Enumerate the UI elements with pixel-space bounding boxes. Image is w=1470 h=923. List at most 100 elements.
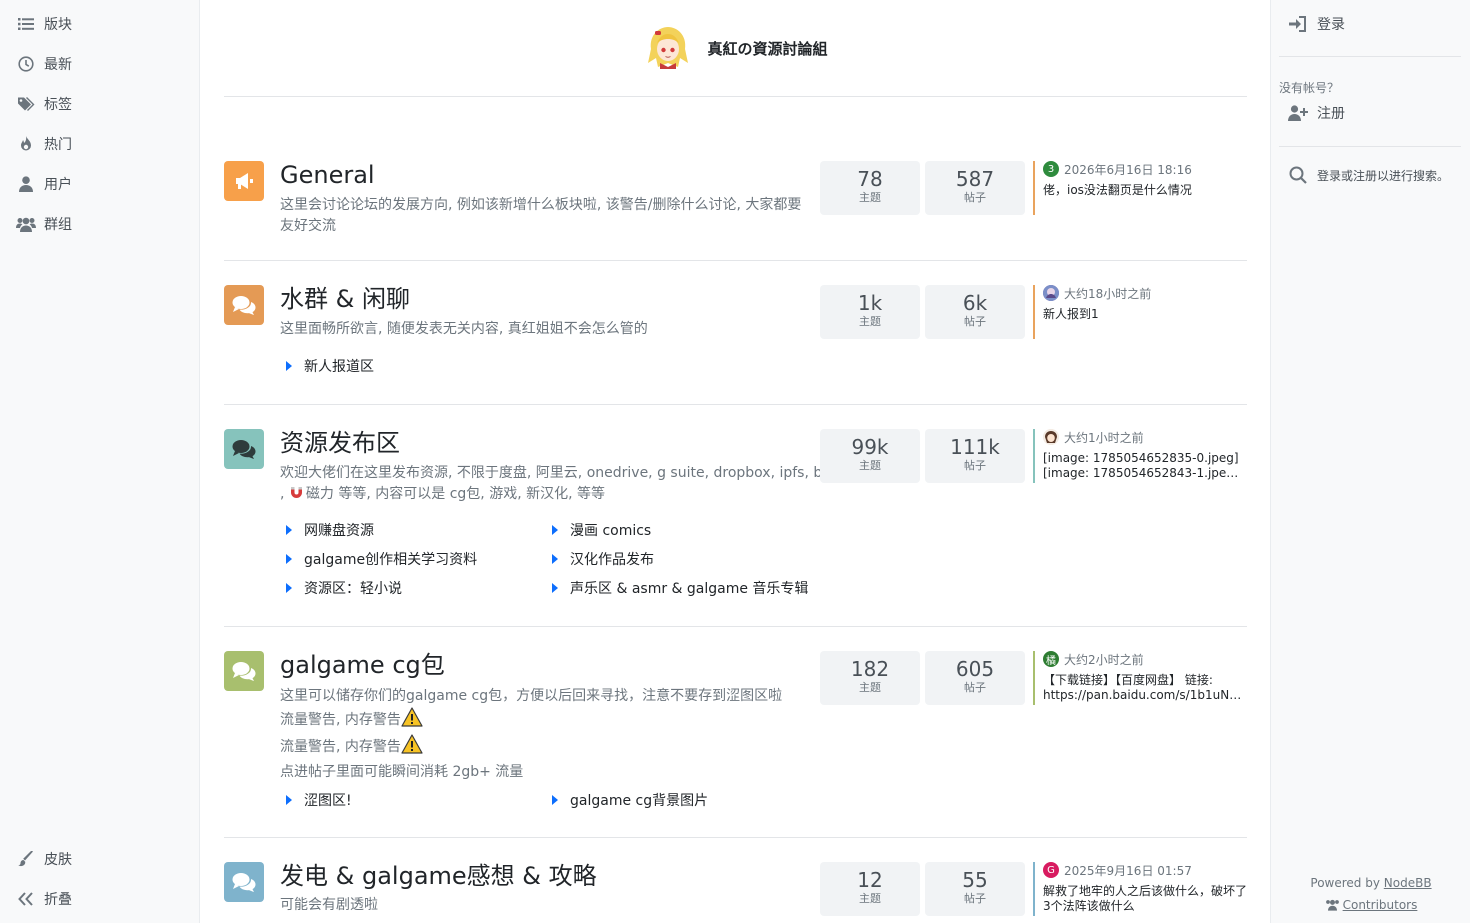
right-sidebar: 登录 没有帐号？ 注册 登录或注册以进行搜索。 Powered by NodeB… bbox=[1270, 0, 1470, 923]
topics-stat: 99k 主题 bbox=[820, 429, 920, 483]
subcategory-link[interactable]: galgame cg背景图片 bbox=[550, 791, 816, 809]
divider bbox=[1279, 146, 1461, 147]
nav-item-groups[interactable]: 群组 bbox=[16, 212, 72, 236]
category-title[interactable]: 发电 & galgame感想 & 攻略 bbox=[280, 862, 597, 890]
caret-right-icon bbox=[552, 795, 558, 805]
category-description: 可能会有剧透啦 bbox=[280, 897, 378, 913]
posts-stat: 6k 帖子 bbox=[925, 285, 1025, 339]
login-link[interactable]: 登录 bbox=[1287, 14, 1345, 34]
site-logo bbox=[643, 23, 693, 73]
skin-button[interactable]: 皮肤 bbox=[16, 847, 72, 871]
caret-right-icon bbox=[552, 525, 558, 535]
posts-count: 111k bbox=[950, 435, 1000, 459]
last-post-time[interactable]: 2026年6月16日 18:16 bbox=[1064, 161, 1192, 178]
posts-label: 帖子 bbox=[964, 191, 986, 204]
category-description: 这里可以储存你们的galgame cg包，方便以后回来寻找，注意不要存到涩图区啦… bbox=[280, 688, 783, 780]
category-title[interactable]: galgame cg包 bbox=[280, 651, 445, 679]
topics-count: 78 bbox=[857, 167, 883, 191]
nodebb-link[interactable]: NodeBB bbox=[1384, 876, 1432, 890]
last-post-time[interactable]: 大约18小时之前 bbox=[1064, 285, 1151, 302]
comments-icon[interactable] bbox=[224, 285, 264, 325]
warning-icon bbox=[401, 734, 423, 761]
last-post-text[interactable]: 新人报到1 bbox=[1043, 307, 1247, 322]
nav-item-tags[interactable]: 标签 bbox=[16, 92, 72, 116]
divider bbox=[1279, 56, 1461, 57]
search-hint-text: 登录或注册以进行搜索。 bbox=[1317, 168, 1450, 183]
nav-item-users[interactable]: 用户 bbox=[16, 172, 72, 196]
subcategory-link[interactable]: 网赚盘资源 bbox=[284, 521, 550, 539]
sign-in-icon bbox=[1287, 16, 1309, 32]
last-post-time[interactable]: 大约1小时之前 bbox=[1064, 429, 1144, 446]
subcategory-link[interactable]: 声乐区 & asmr & galgame 音乐专辑 bbox=[550, 579, 816, 597]
comments-icon[interactable] bbox=[224, 429, 264, 469]
caret-right-icon bbox=[552, 554, 558, 564]
subcategory-link[interactable]: 新人报道区 bbox=[284, 357, 550, 375]
last-post[interactable]: 3 2026年6月16日 18:16 佬，ios没法翻页是什么情况 bbox=[1033, 161, 1247, 215]
collapse-button[interactable]: 折叠 bbox=[16, 887, 72, 911]
register-label: 注册 bbox=[1317, 106, 1345, 122]
user-icon bbox=[16, 175, 36, 193]
nav-item-popular[interactable]: 热门 bbox=[16, 132, 72, 156]
powered-by: Powered by NodeBB bbox=[1310, 876, 1432, 890]
nav-item-categories[interactable]: 版块 bbox=[16, 12, 72, 36]
contributors-link[interactable]: Contributors bbox=[1343, 898, 1418, 912]
subcategory-link[interactable]: 漫画 comics bbox=[550, 521, 816, 539]
last-post-text[interactable]: 解救了地牢的人之后该做什么，破坏了3个法阵该做什么 bbox=[1043, 884, 1247, 914]
avatar[interactable] bbox=[1043, 285, 1059, 301]
register-link[interactable]: 注册 bbox=[1287, 103, 1345, 123]
posts-count: 55 bbox=[962, 868, 988, 892]
comments-icon[interactable] bbox=[224, 651, 264, 691]
last-post-text[interactable]: 【下载链接】【百度网盘】 链接: https://pan.baidu.com/s… bbox=[1043, 673, 1247, 703]
posts-label: 帖子 bbox=[964, 459, 986, 472]
users-icon bbox=[16, 215, 36, 233]
last-post-time[interactable]: 2025年9月16日 01:57 bbox=[1064, 862, 1192, 879]
user-plus-icon bbox=[1287, 105, 1309, 121]
avatar[interactable]: 橘 bbox=[1043, 651, 1059, 667]
topics-label: 主题 bbox=[859, 191, 881, 204]
skin-label: 皮肤 bbox=[44, 852, 72, 868]
topics-count: 12 bbox=[857, 868, 883, 892]
site-title: 真紅の資源討論組 bbox=[707, 39, 828, 58]
category-title[interactable]: 水群 & 闲聊 bbox=[280, 285, 410, 313]
category-description: 欢迎大佬们在这里发布资源, 不限于度盘, 阿里云, onedrive, g su… bbox=[280, 463, 828, 507]
comments-icon[interactable] bbox=[224, 862, 264, 902]
clock-icon bbox=[16, 55, 36, 73]
topics-count: 99k bbox=[851, 435, 889, 459]
category-description: 这里面畅所欲言, 随便发表无关内容, 真红姐姐不会怎么管的 bbox=[280, 321, 648, 337]
last-post[interactable]: 橘 大约2小时之前 【下载链接】【百度网盘】 链接: https://pan.b… bbox=[1033, 651, 1247, 705]
last-post[interactable]: 大约18小时之前 新人报到1 bbox=[1033, 285, 1247, 339]
nav-item-recent[interactable]: 最新 bbox=[16, 52, 72, 76]
category-description: 这里会讨论论坛的发展方向, 例如该新增什么板块啦, 该警告/删除什么讨论, 大家… bbox=[280, 197, 802, 234]
last-post[interactable]: G 2025年9月16日 01:57 解救了地牢的人之后该做什么，破坏了3个法阵… bbox=[1033, 862, 1247, 916]
users-icon bbox=[1325, 899, 1340, 914]
category-title[interactable]: 资源发布区 bbox=[280, 429, 400, 457]
subcategory-link[interactable]: 涩图区! bbox=[284, 791, 550, 809]
subcategory-link[interactable]: 资源区：轻小说 bbox=[284, 579, 550, 597]
caret-right-icon bbox=[286, 554, 292, 564]
topics-stat: 1k 主题 bbox=[820, 285, 920, 339]
topics-stat: 78 主题 bbox=[820, 161, 920, 215]
last-post-text[interactable]: [image: 1785054652835-0.jpeg] [image: 17… bbox=[1043, 451, 1247, 481]
subcategory-link[interactable]: 汉化作品发布 bbox=[550, 550, 816, 568]
subcategory-list: 网赚盘资源 漫画 comics galgame创作相关学习资料 汉化作品发布 资… bbox=[284, 521, 824, 597]
main-content: 真紅の資源討論組 General 这里会讨论论坛的发展方向, 例如该新增什么板块… bbox=[224, 0, 1247, 923]
nav-label: 群组 bbox=[44, 217, 72, 233]
last-post[interactable]: 大约1小时之前 [image: 1785054652835-0.jpeg] [i… bbox=[1033, 429, 1247, 483]
subcategory-list: 新人报道区 bbox=[284, 357, 824, 375]
search-hint[interactable]: 登录或注册以进行搜索。 bbox=[1287, 165, 1449, 185]
avatar[interactable]: 3 bbox=[1043, 161, 1059, 177]
topics-label: 主题 bbox=[859, 315, 881, 328]
subcategory-link[interactable]: galgame创作相关学习资料 bbox=[284, 550, 550, 568]
caret-right-icon bbox=[286, 361, 292, 371]
avatar[interactable]: G bbox=[1043, 862, 1059, 878]
last-post-time[interactable]: 大约2小时之前 bbox=[1064, 651, 1144, 668]
subcategory-list: 涩图区! galgame cg背景图片 bbox=[284, 791, 824, 809]
bullhorn-icon[interactable] bbox=[224, 161, 264, 201]
contributors: Contributors bbox=[1271, 898, 1470, 914]
warning-icon bbox=[401, 707, 423, 734]
site-brand[interactable]: 真紅の資源討論組 bbox=[224, 20, 1247, 76]
login-label: 登录 bbox=[1317, 17, 1345, 33]
last-post-text[interactable]: 佬，ios没法翻页是什么情况 bbox=[1043, 183, 1247, 198]
category-title[interactable]: General bbox=[280, 161, 375, 189]
avatar[interactable] bbox=[1043, 429, 1059, 445]
